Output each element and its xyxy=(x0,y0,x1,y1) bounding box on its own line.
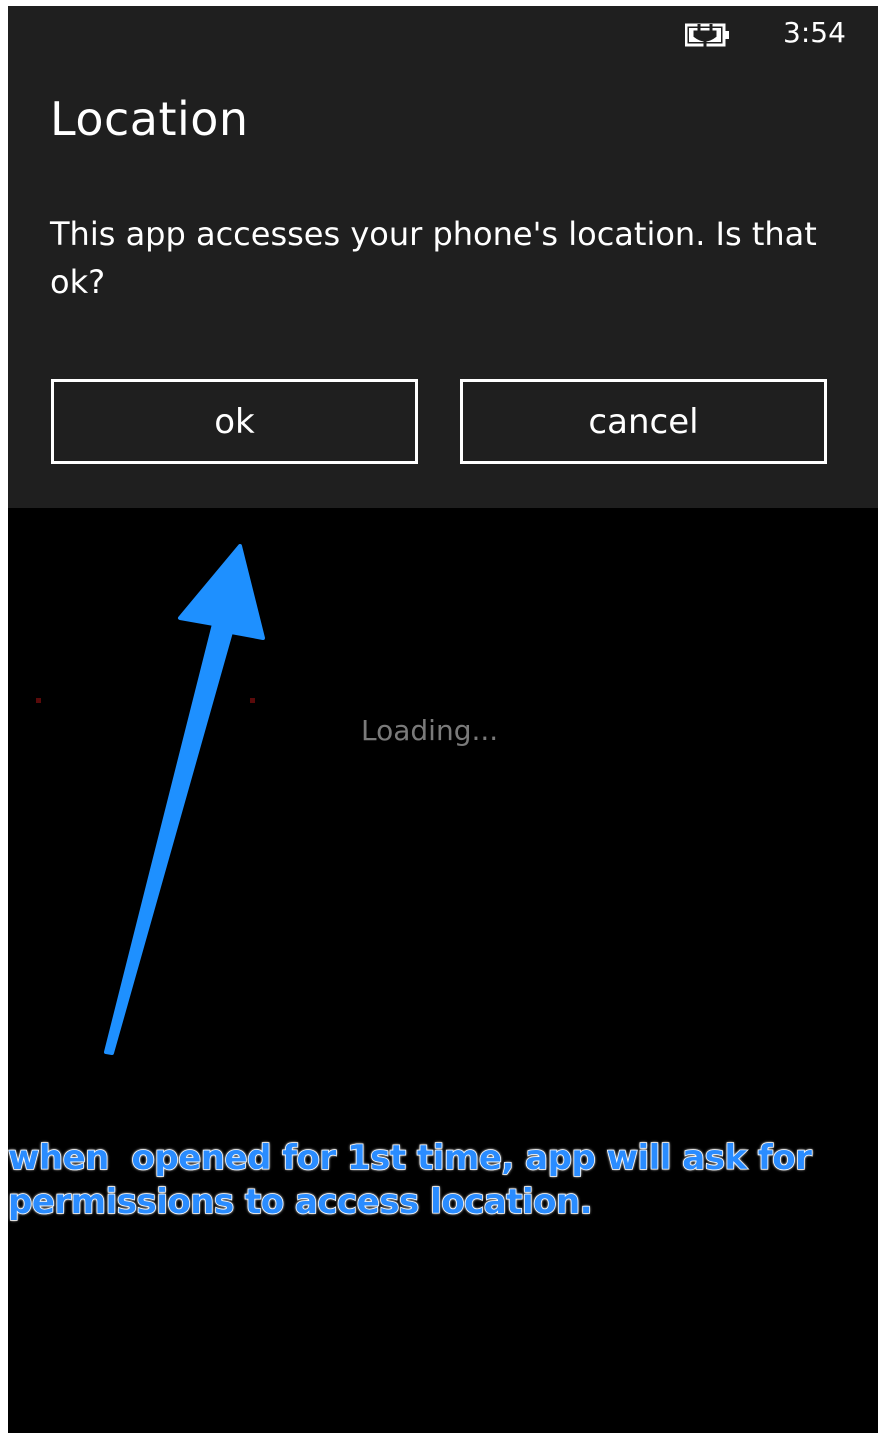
decorative-dot xyxy=(250,698,255,703)
cancel-button[interactable]: cancel xyxy=(460,379,827,464)
clock: 3:54 xyxy=(783,16,846,49)
dialog-message: This app accesses your phone's location.… xyxy=(50,215,817,301)
annotation-text: when opened for 1st time, app will ask f… xyxy=(8,1136,878,1224)
loading-text: Loading... xyxy=(361,714,499,747)
location-permission-dialog: 3:54 Location This app accesses your pho… xyxy=(8,6,878,508)
dialog-title: Location xyxy=(50,92,249,146)
phone-screen: 3:54 Location This app accesses your pho… xyxy=(8,6,878,1433)
annotation-line-2: permissions to access location. xyxy=(8,1181,593,1223)
ok-button[interactable]: ok xyxy=(51,379,418,464)
annotation-line-1: when opened for 1st time, app will ask f… xyxy=(8,1137,813,1179)
battery-charging-icon xyxy=(685,23,729,47)
status-bar: 3:54 xyxy=(8,6,878,66)
decorative-dot xyxy=(36,698,41,703)
